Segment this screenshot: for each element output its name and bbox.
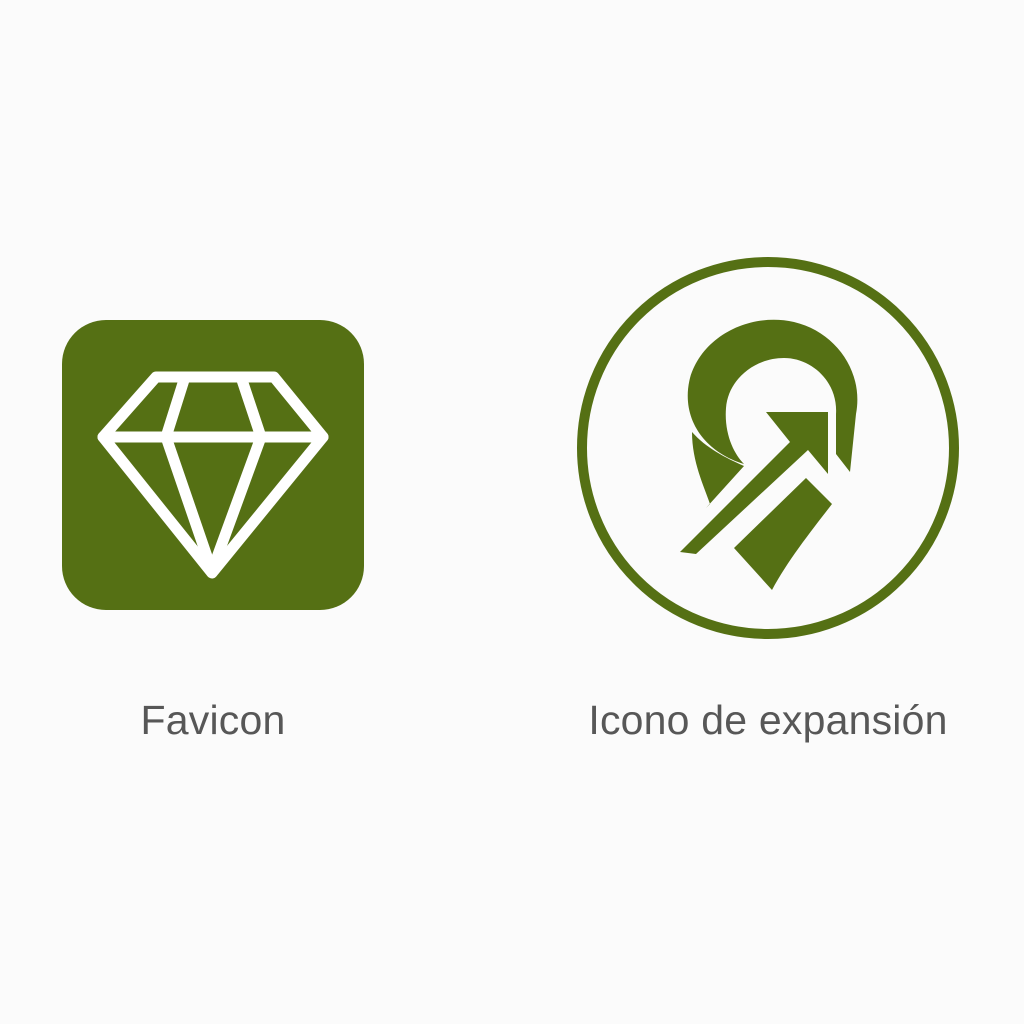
diamond-icon bbox=[62, 320, 364, 610]
location-pin-arrow-icon bbox=[577, 257, 959, 639]
expansion-icon-label: Icono de expansión bbox=[588, 697, 948, 743]
pin-head bbox=[687, 319, 858, 472]
favicon-label: Favicon bbox=[140, 697, 286, 743]
expansion-badge bbox=[574, 254, 962, 642]
favicon-tile bbox=[62, 320, 364, 610]
